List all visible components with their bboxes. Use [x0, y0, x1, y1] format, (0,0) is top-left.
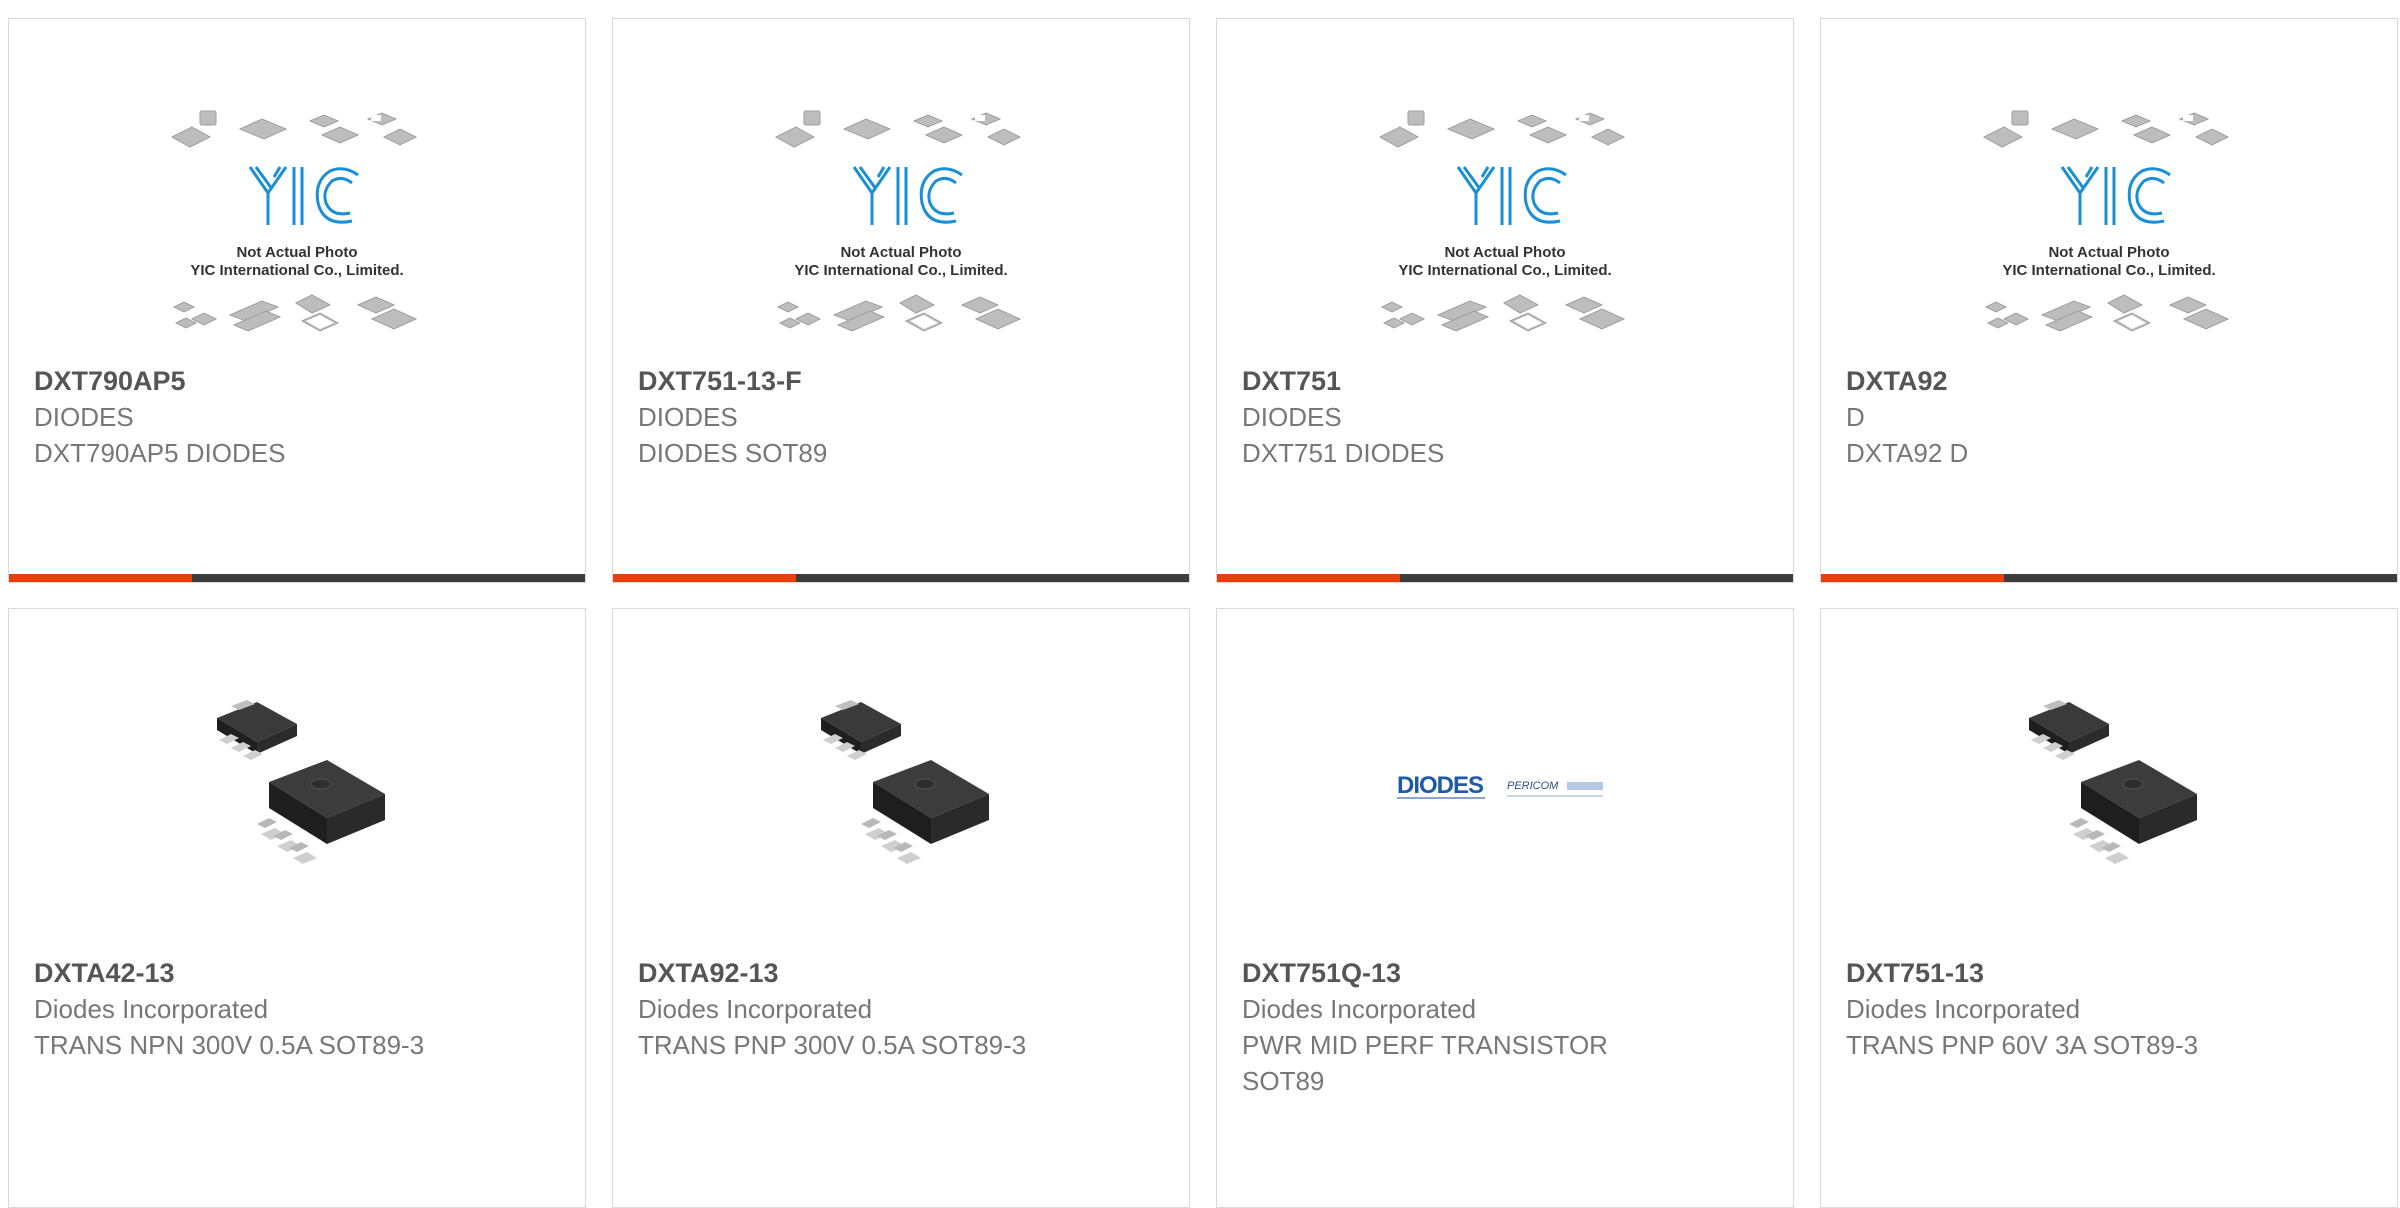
product-part-number[interactable]: DXT751-13-F [638, 363, 1059, 399]
product-description: TRANS PNP 300V 0.5A SOT89-3 [638, 1030, 1027, 1060]
product-description: DIODES SOT89 [638, 438, 828, 468]
product-description: DXT751 DIODES [1242, 438, 1445, 468]
product-image[interactable] [9, 669, 585, 909]
diodes-logo-text: DIODES [1397, 772, 1484, 799]
product-card[interactable]: Not Actual Photo YIC International Co., … [1820, 18, 2398, 583]
product-card[interactable]: Not Actual Photo YIC International Co., … [612, 18, 1190, 583]
product-info: DXT751 DIODES DXT751 DIODES [1242, 363, 1663, 471]
product-manufacturer: DIODES [1242, 402, 1342, 432]
yic-placeholder-image: Not Actual Photo YIC International Co., … [170, 110, 418, 332]
sot89-chip-image [217, 700, 385, 864]
card-footer-bar [1821, 574, 2397, 582]
product-image[interactable]: Not Actual Photo YIC International Co., … [613, 89, 1189, 364]
yic-placeholder-image: Not Actual Photo YIC International Co., … [1982, 110, 2230, 332]
yic-line1: Not Actual Photo [1444, 244, 1565, 261]
product-manufacturer: Diodes Incorporated [1846, 994, 2081, 1024]
product-part-number[interactable]: DXT751-13 [1846, 955, 2267, 991]
product-image[interactable] [1821, 669, 2397, 909]
product-part-number[interactable]: DXT751 [1242, 363, 1663, 399]
product-manufacturer: Diodes Incorporated [638, 994, 873, 1024]
product-part-number[interactable]: DXT751Q-13 [1242, 955, 1663, 991]
yic-line2: YIC International Co., Limited. [794, 262, 1007, 279]
yic-line1: Not Actual Photo [840, 244, 961, 261]
pericom-logo-text: PERICOM [1507, 780, 1559, 792]
product-card[interactable]: DXT751-13 Diodes Incorporated TRANS PNP 60… [1820, 608, 2398, 1208]
card-footer-accent [1217, 574, 1400, 582]
product-description: PWR MID PERF TRANSISTOR SOT89 [1242, 1030, 1608, 1096]
product-card[interactable]: DXTA42-13 Diodes Incorporated TRANS NPN 30… [8, 608, 586, 1208]
product-card[interactable]: Not Actual Photo YIC International Co., … [1216, 18, 1794, 583]
yic-line2: YIC International Co., Limited. [190, 262, 403, 279]
card-footer-bar [9, 574, 585, 582]
product-card[interactable]: DXTA92-13 Diodes Incorporated TRANS PNP 30… [612, 608, 1190, 1208]
card-footer-accent [1821, 574, 2004, 582]
product-card[interactable]: DIODES PERICOM DXT751Q-13 Diodes Incorpor… [1216, 608, 1794, 1208]
product-part-number[interactable]: DXTA42-13 [34, 955, 455, 991]
product-image[interactable]: Not Actual Photo YIC International Co., … [9, 89, 585, 364]
product-description: TRANS PNP 60V 3A SOT89-3 [1846, 1030, 2199, 1060]
diodes-pericom-logo: DIODES PERICOM [1397, 772, 1603, 799]
yic-placeholder-image: Not Actual Photo YIC International Co., … [774, 110, 1022, 332]
product-description: DXTA92 D [1846, 438, 1969, 468]
product-image[interactable]: DIODES PERICOM [1217, 669, 1793, 909]
product-card[interactable]: Not Actual Photo YIC International Co., … [8, 18, 586, 583]
card-footer-bar [613, 574, 1189, 582]
product-manufacturer: DIODES [638, 402, 738, 432]
product-grid: Not Actual Photo YIC International Co., … [8, 18, 2400, 1208]
product-info: DXT751-13 Diodes Incorporated TRANS PNP 60… [1846, 955, 2267, 1063]
product-info: DXT790AP5 DIODES DXT790AP5 DIODES [34, 363, 455, 471]
product-part-number[interactable]: DXTA92 [1846, 363, 2267, 399]
product-manufacturer: DIODES [34, 402, 134, 432]
product-description: TRANS NPN 300V 0.5A SOT89-3 [34, 1030, 425, 1060]
product-info: DXTA42-13 Diodes Incorporated TRANS NPN 30… [34, 955, 455, 1063]
sot89-chip-image [821, 700, 989, 864]
yic-line2: YIC International Co., Limited. [2002, 262, 2215, 279]
sot89-chip-image [2029, 700, 2197, 864]
yic-line2: YIC International Co., Limited. [1398, 262, 1611, 279]
yic-placeholder-image: Not Actual Photo YIC International Co., … [1378, 110, 1626, 332]
product-image[interactable]: Not Actual Photo YIC International Co., … [1821, 89, 2397, 364]
card-footer-bar [1217, 574, 1793, 582]
product-manufacturer: Diodes Incorporated [34, 994, 269, 1024]
card-footer-accent [9, 574, 192, 582]
product-info: DXTA92-13 Diodes Incorporated TRANS PNP 30… [638, 955, 1059, 1063]
product-part-number[interactable]: DXT790AP5 [34, 363, 455, 399]
product-info: DXT751-13-F DIODES DIODES SOT89 [638, 363, 1059, 471]
product-info: DXT751Q-13 Diodes Incorporated PWR MID PER… [1242, 955, 1663, 1099]
product-manufacturer: Diodes Incorporated [1242, 994, 1477, 1024]
yic-line1: Not Actual Photo [236, 244, 357, 261]
product-image[interactable]: Not Actual Photo YIC International Co., … [1217, 89, 1793, 364]
product-info: DXTA92 D DXTA92 D [1846, 363, 2267, 471]
product-description: DXT790AP5 DIODES [34, 438, 286, 468]
yic-line1: Not Actual Photo [2048, 244, 2169, 261]
product-manufacturer: D [1846, 402, 1865, 432]
product-image[interactable] [613, 669, 1189, 909]
card-footer-accent [613, 574, 796, 582]
product-part-number[interactable]: DXTA92-13 [638, 955, 1059, 991]
